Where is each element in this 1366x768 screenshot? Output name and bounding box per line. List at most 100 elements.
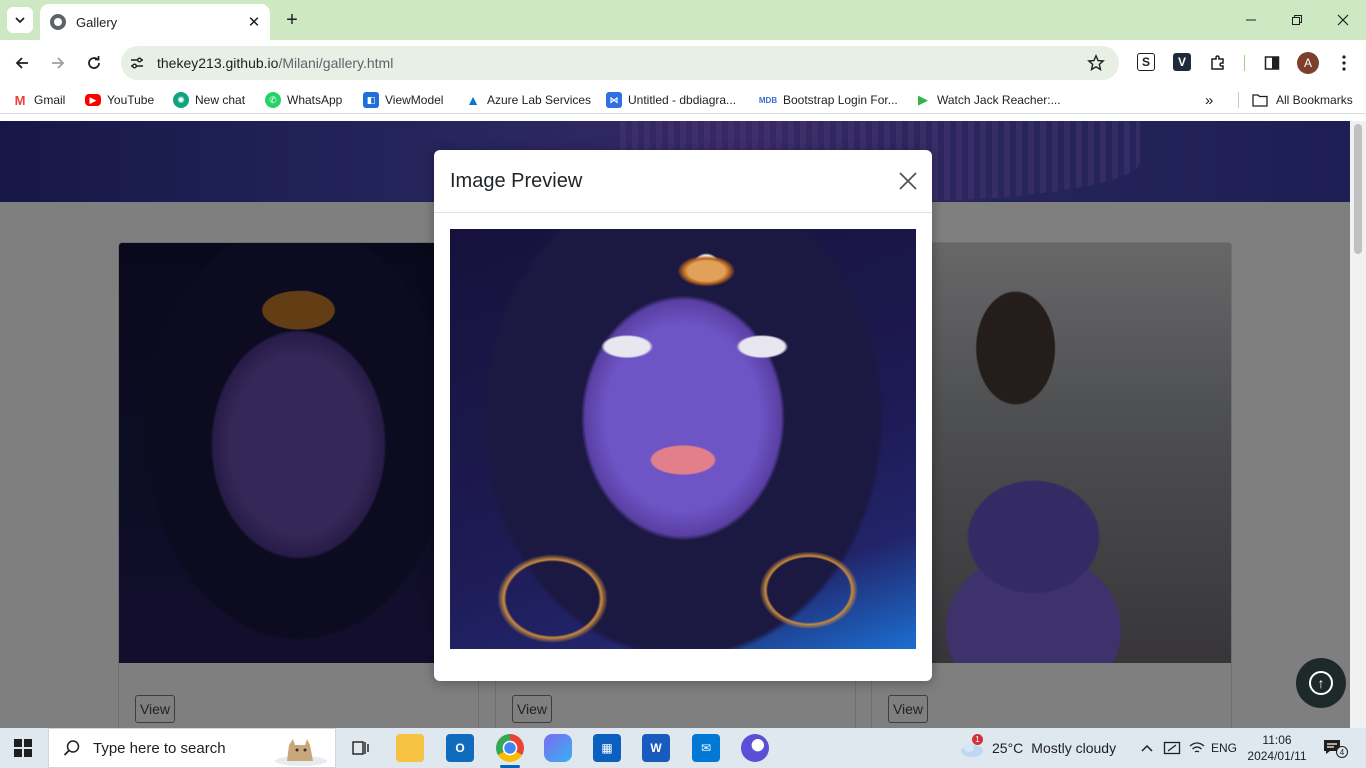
reload-button[interactable] [80,49,108,77]
show-hidden-icons-chevron-icon[interactable] [1138,738,1156,758]
word-icon[interactable]: W [642,734,670,762]
notification-center-icon[interactable]: 4 [1322,738,1348,758]
menu-kebab-icon[interactable] [1334,53,1354,73]
modal-close-button[interactable] [898,171,918,191]
arrow-up-icon: ↑ [1309,671,1333,695]
profile-avatar[interactable]: A [1297,52,1319,74]
site-info-icon[interactable] [129,55,145,71]
close-window-button[interactable] [1320,0,1366,40]
copilot-icon[interactable] [544,734,572,762]
youtube-icon: ▶ [85,94,101,106]
all-bookmarks-label: All Bookmarks [1276,93,1353,107]
new-tab-button[interactable]: + [280,8,304,32]
extension-s-icon[interactable]: S [1137,53,1155,71]
bookmark-star-icon[interactable] [1087,54,1105,72]
globe-icon [50,14,66,30]
weather-alert-badge: 1 [972,734,983,745]
minimize-icon [1246,19,1256,21]
weather-widget[interactable]: 1 25°C Mostly cloudy [958,734,1117,760]
tab-search-button[interactable] [7,7,33,33]
image-preview-modal: Image Preview [434,150,932,681]
preview-image-content [450,229,916,649]
notification-count: 4 [1336,746,1348,758]
windows-start-icon[interactable] [14,739,32,757]
restore-button[interactable] [1274,0,1320,40]
bookmarks-bar: M Gmail ▶ YouTube ✺ New chat ✆ WhatsApp … [0,86,1366,114]
bookmarks-overflow-chevron-icon[interactable]: » [1205,91,1213,109]
azure-icon: ▲ [466,92,480,108]
media-app-icon[interactable] [741,734,769,762]
bookmark-label: WhatsApp [287,93,343,107]
url-path: /Milani/gallery.html [278,55,394,71]
tab-strip: Gallery ✕ + [0,0,1366,40]
taskbar-clock[interactable]: 11:06 2024/01/11 [1244,732,1310,764]
bookmark-label: Gmail [34,93,66,107]
dbdiagram-icon: ⋈ [606,92,622,108]
viewmodel-icon: ◧ [363,92,379,108]
gmail-icon: M [12,92,28,108]
bookmark-bootstrap-login[interactable]: MDB Bootstrap Login For... [759,91,898,109]
all-bookmarks-button[interactable]: All Bookmarks [1252,91,1353,109]
clock-time: 11:06 [1262,733,1292,747]
search-highlight-lynx-icon [275,739,327,766]
meet-now-icon[interactable] [1162,738,1182,758]
weather-condition: Mostly cloudy [1031,740,1117,756]
bookmark-gmail[interactable]: M Gmail [12,91,65,109]
modal-header: Image Preview [434,150,932,213]
close-icon [1337,14,1349,26]
back-to-top-button[interactable]: ↑ [1296,658,1346,708]
minimize-button[interactable] [1228,0,1274,40]
task-view-icon[interactable] [346,734,374,762]
forward-button[interactable] [44,49,72,77]
input-language[interactable]: ENG [1210,738,1238,758]
scrollbar-thumb[interactable] [1354,124,1362,254]
bookmark-new-chat[interactable]: ✺ New chat [173,91,245,109]
page-scrollbar[interactable] [1350,121,1366,728]
bookmark-azure[interactable]: ▲ Azure Lab Services [465,91,591,109]
bookmark-youtube[interactable]: ▶ YouTube [85,91,154,109]
weather-temperature: 25°C [992,740,1024,756]
url-text: thekey213.github.io/Milani/gallery.html [157,55,393,71]
close-tab-icon[interactable]: ✕ [244,12,264,32]
bookmarks-divider [1238,92,1239,108]
mail-icon[interactable]: ✉ [692,734,720,762]
bookmark-label: Untitled - dbdiagra... [628,93,737,107]
chevron-down-icon [15,17,25,24]
mdb-icon: MDB [758,95,778,105]
bookmark-label: YouTube [107,93,155,107]
wifi-icon[interactable] [1188,738,1206,758]
cloudy-weather-icon: 1 [958,734,984,757]
toolbar-divider [1244,55,1245,71]
folder-icon [1252,94,1268,107]
bookmark-whatsapp[interactable]: ✆ WhatsApp [265,91,342,109]
bookmark-dbdiagram[interactable]: ⋈ Untitled - dbdiagra... [606,91,736,109]
back-button[interactable] [8,49,36,77]
bookmark-label: Bootstrap Login For... [783,93,898,107]
extension-v-icon[interactable]: V [1173,53,1191,71]
extensions-puzzle-icon[interactable] [1208,53,1228,73]
file-explorer-icon[interactable] [396,734,424,762]
bookmark-watch-jack-reacher[interactable]: ▶ Watch Jack Reacher:... [915,91,1061,109]
chrome-icon[interactable] [496,734,524,768]
bookmark-label: New chat [195,93,246,107]
address-bar[interactable]: thekey213.github.io/Milani/gallery.html [121,46,1119,80]
clock-date: 2024/01/11 [1247,749,1307,763]
search-placeholder: Type here to search [93,739,226,757]
side-panel-icon[interactable] [1262,53,1282,73]
preview-image [450,229,916,649]
arrow-left-icon [15,57,28,69]
arrow-right-icon [52,57,65,69]
tab-title: Gallery [76,14,118,30]
restore-icon [1292,15,1302,25]
microsoft-store-icon[interactable]: ▦ [593,734,621,762]
search-icon [63,740,80,756]
outlook-icon[interactable]: O [446,734,474,762]
url-host: thekey213.github.io [157,55,279,71]
bookmark-label: Azure Lab Services [487,93,592,107]
close-icon [899,172,917,190]
chatgpt-icon: ✺ [173,92,189,108]
bookmark-viewmodel[interactable]: ◧ ViewModel [363,91,443,109]
taskbar-search-box[interactable]: Type here to search [48,728,336,768]
tab-gallery[interactable]: Gallery ✕ [40,4,270,40]
whatsapp-icon: ✆ [265,92,281,108]
